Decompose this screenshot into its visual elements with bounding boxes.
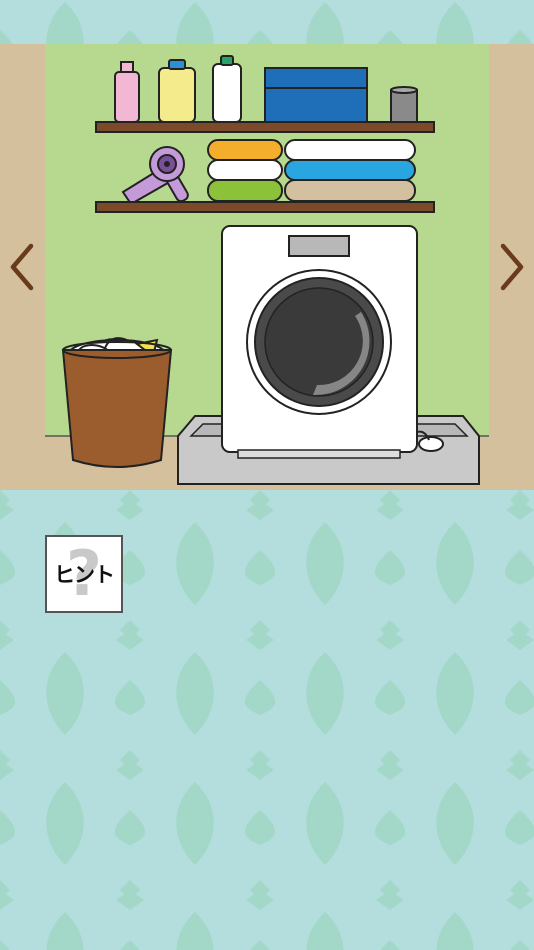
towel-stack-small[interactable]	[207, 139, 283, 202]
top-shelf	[95, 121, 435, 133]
chevron-right-icon	[500, 243, 524, 291]
room-scene	[0, 44, 534, 490]
navigate-left-button[interactable]	[0, 242, 44, 292]
hint-label: ヒント	[54, 563, 115, 587]
laundry-room	[45, 44, 489, 490]
bottom-shelf	[95, 201, 435, 213]
hint-button[interactable]: ? ヒント	[45, 535, 123, 613]
white-bottle[interactable]	[212, 55, 242, 123]
laundry-basket[interactable]	[61, 337, 173, 468]
chevron-left-icon	[10, 243, 34, 291]
navigate-right-button[interactable]	[490, 242, 534, 292]
yellow-bottle[interactable]	[158, 59, 196, 123]
towel-stack-large[interactable]	[284, 139, 416, 202]
gray-can[interactable]	[390, 86, 418, 123]
washing-machine[interactable]	[221, 225, 418, 459]
blue-box[interactable]	[264, 67, 368, 123]
